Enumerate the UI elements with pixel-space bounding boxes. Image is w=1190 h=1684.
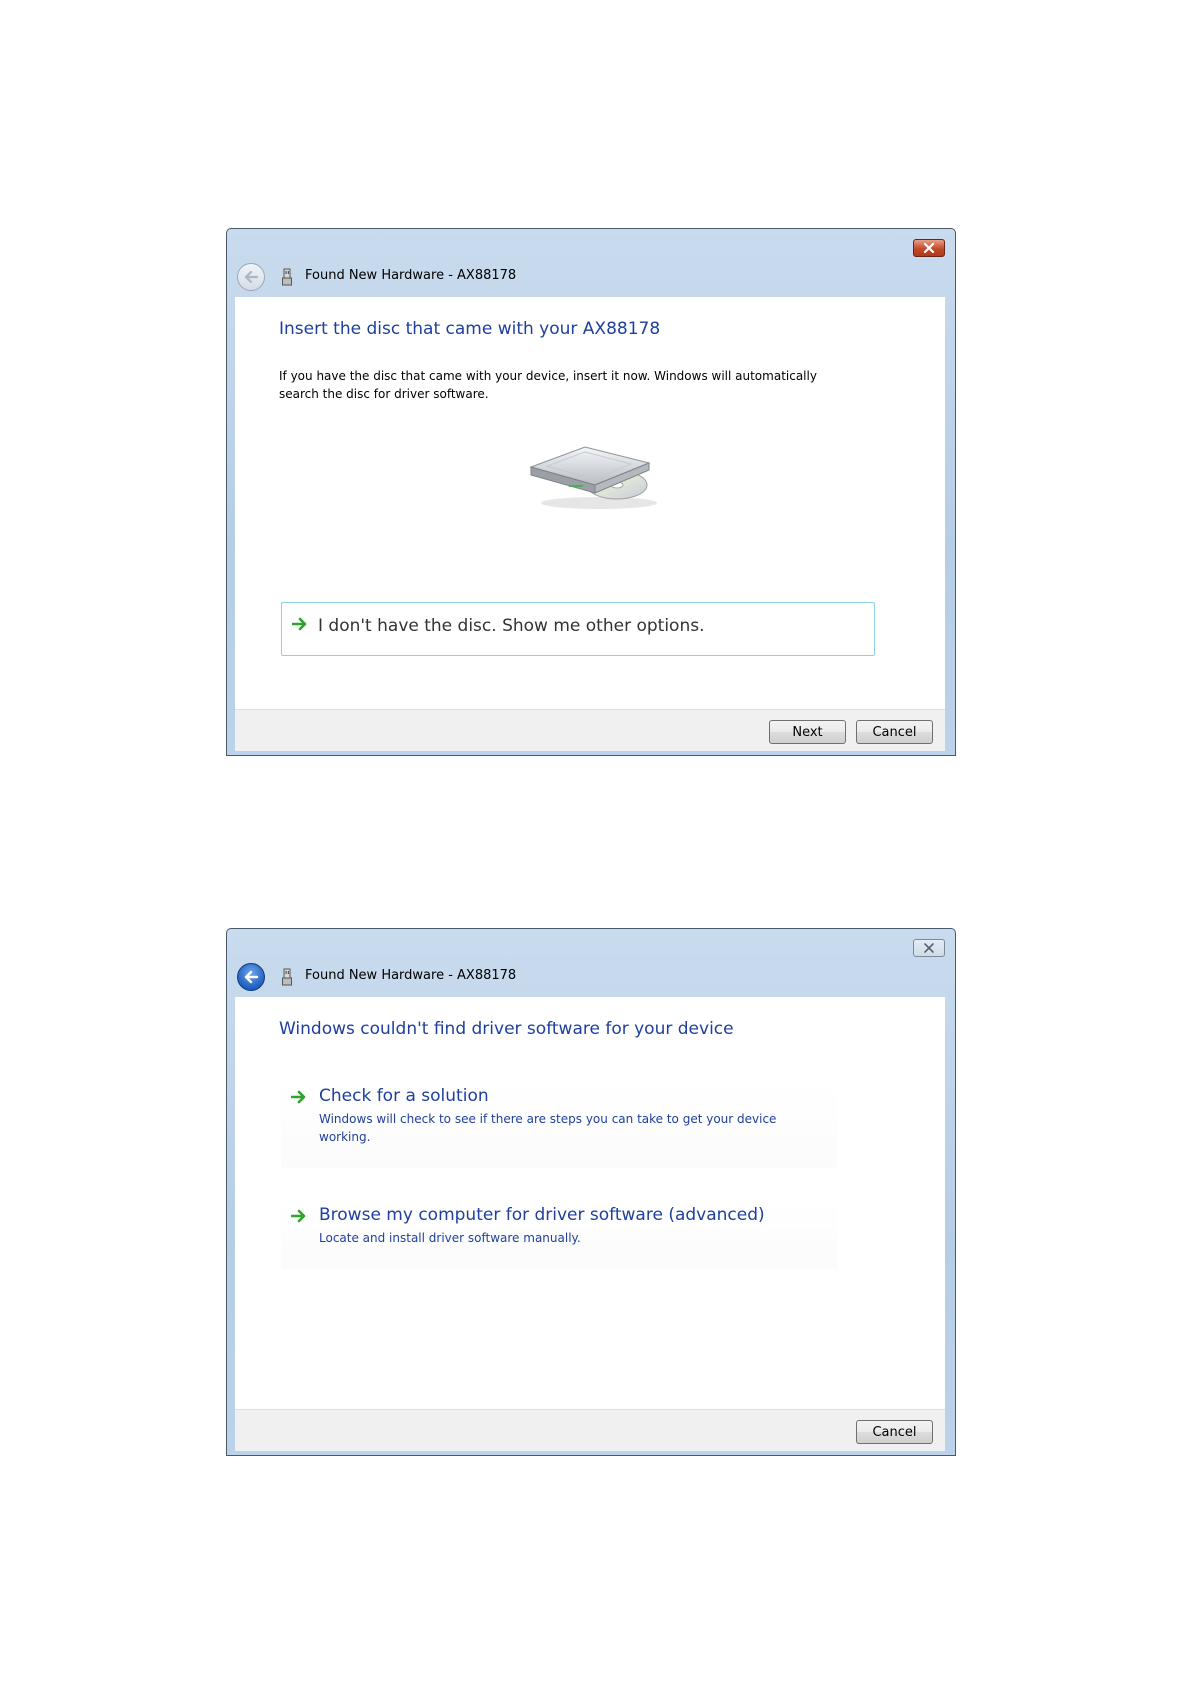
title-bar: Found New Hardware - AX88178	[227, 929, 955, 997]
green-arrow-icon	[291, 1090, 306, 1104]
green-arrow-icon	[292, 617, 307, 631]
option-title: Check for a solution	[319, 1086, 489, 1106]
instruction-text: If you have the disc that came with your…	[279, 369, 817, 401]
close-icon	[924, 943, 934, 953]
title-bar: Found New Hardware - AX88178	[227, 229, 955, 297]
disc-drive-icon	[529, 446, 657, 509]
close-button[interactable]	[913, 939, 945, 957]
next-button[interactable]: Next	[769, 720, 846, 744]
check-solution-option[interactable]: Check for a solution Windows will check …	[281, 1082, 837, 1168]
cancel-button[interactable]: Cancel	[856, 1420, 933, 1444]
usb-device-icon	[282, 268, 292, 286]
no-disc-option-label: I don't have the disc. Show me other opt…	[318, 616, 705, 636]
dialog-footer: Cancel	[235, 1409, 945, 1451]
close-button[interactable]	[913, 239, 945, 257]
insert-disc-dialog: Found New Hardware - AX88178 Insert the …	[226, 228, 956, 756]
dialog-content: Insert the disc that came with your AX88…	[235, 297, 945, 709]
close-icon	[923, 243, 935, 253]
back-button[interactable]	[237, 963, 265, 991]
dialog-content: Windows couldn't find driver software fo…	[235, 997, 945, 1409]
option-description: Windows will check to see if there are s…	[319, 1112, 777, 1144]
window-title: Found New Hardware - AX88178	[305, 268, 517, 283]
cancel-button[interactable]: Cancel	[856, 720, 933, 744]
back-arrow-icon	[244, 270, 259, 284]
driver-not-found-dialog: Found New Hardware - AX88178 Windows cou…	[226, 928, 956, 1456]
browse-computer-option[interactable]: Browse my computer for driver software (…	[281, 1201, 837, 1269]
window-title: Found New Hardware - AX88178	[305, 968, 517, 983]
back-button[interactable]	[237, 263, 265, 291]
option-title: Browse my computer for driver software (…	[319, 1205, 765, 1225]
option-description: Locate and install driver software manua…	[319, 1231, 581, 1245]
dialog-footer: Next Cancel	[235, 709, 945, 751]
green-arrow-icon	[291, 1209, 306, 1223]
page-heading: Insert the disc that came with your AX88…	[279, 319, 661, 339]
back-arrow-icon	[244, 970, 259, 984]
no-disc-option[interactable]: I don't have the disc. Show me other opt…	[281, 602, 875, 656]
page-heading: Windows couldn't find driver software fo…	[279, 1019, 734, 1039]
usb-device-icon	[282, 968, 292, 986]
